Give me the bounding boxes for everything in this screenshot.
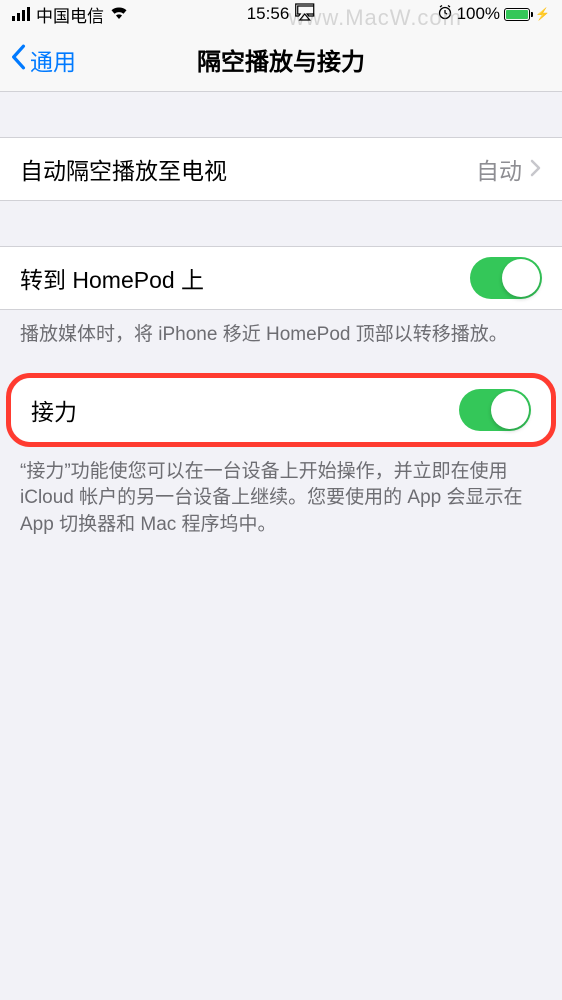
back-button[interactable]: 通用 bbox=[8, 43, 76, 77]
airplay-tv-value: 自动 bbox=[476, 152, 522, 186]
charging-icon: ⚡ bbox=[535, 7, 550, 21]
airplay-tv-label: 自动隔空播放至电视 bbox=[20, 152, 227, 186]
homepod-footer: 播放媒体时，将 iPhone 移近 HomePod 顶部以转移播放。 bbox=[0, 310, 562, 361]
handoff-footer: “接力”功能使您可以在一台设备上开始操作，并立即在使用 iCloud 帐户的另一… bbox=[0, 447, 562, 551]
highlight-annotation: 接力 bbox=[6, 373, 556, 447]
status-bar: 中国电信 15:56 100% ⚡ bbox=[0, 0, 562, 28]
wifi-icon bbox=[110, 4, 128, 24]
status-right: 100% ⚡ bbox=[437, 4, 550, 25]
status-center: 15:56 bbox=[247, 2, 316, 27]
signal-strength-icon bbox=[12, 7, 30, 21]
homepod-toggle[interactable] bbox=[470, 257, 542, 299]
battery-percent-label: 100% bbox=[457, 4, 500, 24]
alarm-icon bbox=[437, 4, 453, 25]
homepod-cell[interactable]: 转到 HomePod 上 bbox=[0, 246, 562, 310]
homepod-label: 转到 HomePod 上 bbox=[20, 261, 204, 295]
toggle-knob bbox=[502, 259, 540, 297]
airplay-tv-cell[interactable]: 自动隔空播放至电视 自动 bbox=[0, 137, 562, 201]
chevron-left-icon bbox=[8, 44, 28, 76]
battery-icon bbox=[504, 8, 533, 21]
handoff-cell[interactable]: 接力 bbox=[11, 378, 551, 442]
time-label: 15:56 bbox=[247, 4, 290, 24]
back-label: 通用 bbox=[30, 43, 76, 77]
navigation-bar: 通用 隔空播放与接力 bbox=[0, 28, 562, 92]
toggle-knob bbox=[491, 391, 529, 429]
handoff-toggle[interactable] bbox=[459, 389, 531, 431]
status-left: 中国电信 bbox=[12, 2, 128, 27]
page-title: 隔空播放与接力 bbox=[197, 42, 365, 77]
airplay-icon bbox=[293, 2, 315, 27]
carrier-label: 中国电信 bbox=[36, 2, 104, 27]
chevron-right-icon bbox=[530, 156, 542, 183]
handoff-label: 接力 bbox=[31, 393, 77, 427]
